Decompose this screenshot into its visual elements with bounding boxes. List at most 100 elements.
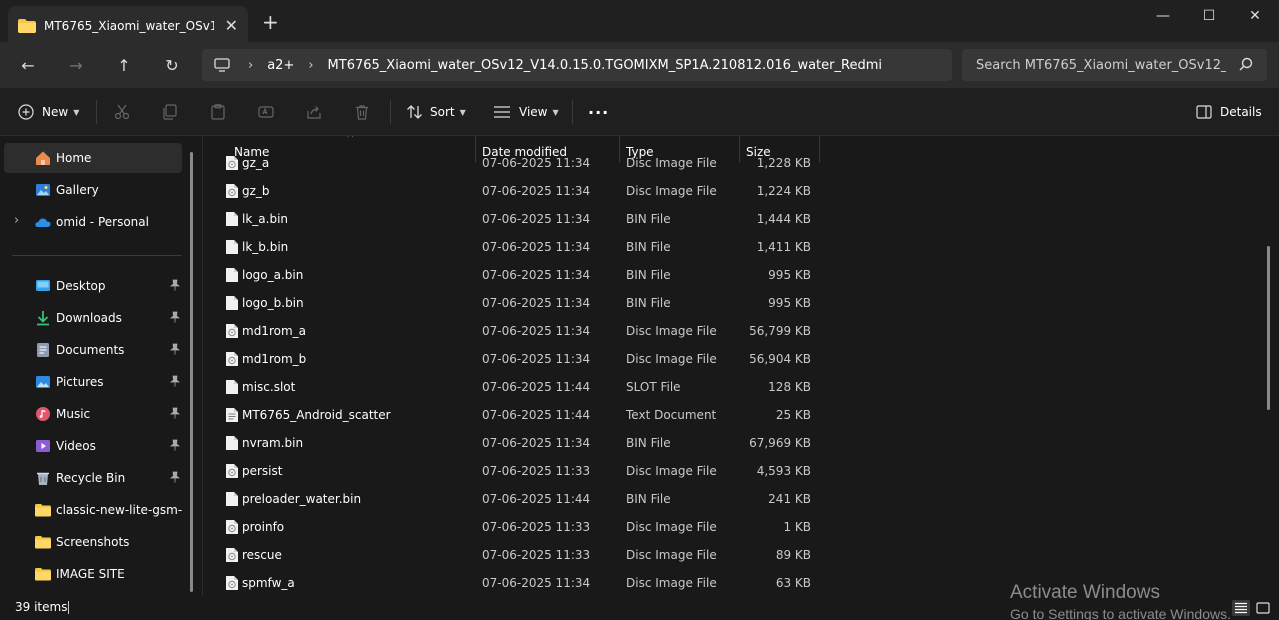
new-tab-button[interactable]: + <box>262 12 279 32</box>
table-row[interactable]: logo_b.bin 07-06-2025 11:34 BIN File 995 KB <box>203 289 823 317</box>
back-button[interactable]: ← <box>16 53 40 77</box>
pin-icon[interactable] <box>170 279 180 291</box>
table-row[interactable]: gz_b 07-06-2025 11:34 Disc Image File 1,224… <box>203 177 823 205</box>
disc-image-icon <box>225 547 239 563</box>
breadcrumb-item-a2plus[interactable]: a2+ <box>267 58 294 73</box>
file-list-scrollbar[interactable] <box>1267 246 1270 410</box>
tiles-view-button[interactable] <box>1254 600 1272 616</box>
file-type: BIN File <box>626 492 671 506</box>
table-row[interactable]: proinfo 07-06-2025 11:33 Disc Image File 1 … <box>203 513 823 541</box>
details-pane-button[interactable]: Details <box>1196 100 1262 124</box>
file-date: 07-06-2025 11:34 <box>482 156 591 170</box>
file-name: preloader_water.bin <box>242 492 362 506</box>
sidebar-item-desktop[interactable]: Desktop <box>4 271 182 301</box>
music-icon <box>36 407 50 421</box>
table-row[interactable]: rescue 07-06-2025 11:33 Disc Image File 89 … <box>203 541 823 569</box>
pin-icon[interactable] <box>170 375 180 387</box>
pin-icon[interactable] <box>170 439 180 451</box>
view-button[interactable]: View ▼ <box>493 100 559 124</box>
maximize-button[interactable]: ☐ <box>1186 4 1232 28</box>
pin-icon[interactable] <box>170 343 180 355</box>
file-date: 07-06-2025 11:33 <box>482 464 591 478</box>
file-size: 89 KB <box>775 548 811 562</box>
file-type: Disc Image File <box>626 324 717 338</box>
share-button[interactable] <box>306 100 322 124</box>
refresh-button[interactable]: ↻ <box>160 53 184 77</box>
sidebar-item-screenshots[interactable]: Screenshots <box>4 527 182 557</box>
table-row[interactable]: lk_b.bin 07-06-2025 11:34 BIN File 1,411 KB <box>203 233 823 261</box>
file-type: SLOT File <box>626 380 681 394</box>
tab-close-icon[interactable]: ✕ <box>225 16 238 35</box>
file-size: 25 KB <box>775 408 811 422</box>
address-bar[interactable]: › a2+ › MT6765_Xiaomi_water_OSv12_V14.0.… <box>202 49 952 81</box>
table-row[interactable]: md1rom_a 07-06-2025 11:34 Disc Image File 5… <box>203 317 823 345</box>
file-list: ^ Name Date modified Type Size gz_a 07-06… <box>203 136 1263 596</box>
file-date: 07-06-2025 11:44 <box>482 380 591 394</box>
close-window-button[interactable]: ✕ <box>1232 4 1278 28</box>
minimize-button[interactable]: — <box>1140 4 1186 28</box>
pin-icon[interactable] <box>170 311 180 323</box>
file-icon <box>225 491 239 507</box>
sidebar-item-documents[interactable]: Documents <box>4 335 182 365</box>
file-size: 1 KB <box>783 520 811 534</box>
file-size: 128 KB <box>768 380 811 394</box>
table-row[interactable]: logo_a.bin 07-06-2025 11:34 BIN File 995 KB <box>203 261 823 289</box>
sidebar-item-music[interactable]: Music <box>4 399 182 429</box>
file-name: lk_a.bin <box>242 212 289 226</box>
minimize-icon: — <box>1156 8 1170 24</box>
forward-button[interactable]: → <box>64 53 88 77</box>
table-row[interactable]: spmfw_a 07-06-2025 11:34 Disc Image File 63… <box>203 569 823 596</box>
file-type: BIN File <box>626 296 671 310</box>
details-view-button[interactable] <box>1232 600 1250 616</box>
file-type: Disc Image File <box>626 520 717 534</box>
up-button[interactable]: ↑ <box>112 53 136 77</box>
search-input[interactable]: Search MT6765_Xiaomi_water_OSv12_V1 <box>962 49 1267 81</box>
chevron-right-icon[interactable]: › <box>14 213 19 228</box>
search-icon <box>1239 57 1253 71</box>
sidebar-item-home[interactable]: Home <box>4 143 182 173</box>
file-date: 07-06-2025 11:33 <box>482 520 591 534</box>
file-date: 07-06-2025 11:34 <box>482 296 591 310</box>
file-name: proinfo <box>242 520 285 534</box>
cut-button[interactable] <box>114 100 130 124</box>
rename-button[interactable] <box>258 100 274 124</box>
table-row[interactable]: md1rom_b 07-06-2025 11:34 Disc Image File 5… <box>203 345 823 373</box>
home-icon <box>36 151 50 165</box>
sidebar-item-recycle-bin[interactable]: Recycle Bin <box>4 463 182 493</box>
table-row[interactable]: misc.slot 07-06-2025 11:44 SLOT File 128 KB <box>203 373 823 401</box>
sidebar-item-image-site[interactable]: IMAGE SITE <box>4 559 182 589</box>
table-row[interactable]: lk_a.bin 07-06-2025 11:34 BIN File 1,444 KB <box>203 205 823 233</box>
breadcrumb-item-current[interactable]: MT6765_Xiaomi_water_OSv12_V14.0.15.0.TGO… <box>328 58 882 73</box>
file-type: Text Document <box>626 408 717 422</box>
table-row[interactable]: preloader_water.bin 07-06-2025 11:44 BIN F… <box>203 485 823 513</box>
sidebar-item-gallery[interactable]: Gallery <box>4 175 182 205</box>
tab-current-folder[interactable]: MT6765_Xiaomi_water_OSv12_ ✕ <box>8 6 248 46</box>
table-row[interactable]: persist 07-06-2025 11:33 Disc Image File 4,… <box>203 457 823 485</box>
sidebar-item-downloads[interactable]: Downloads <box>4 303 182 333</box>
chevron-down-icon: ▼ <box>459 107 466 117</box>
refresh-icon: ↻ <box>165 55 179 75</box>
table-row[interactable]: nvram.bin 07-06-2025 11:34 BIN File 67,969 … <box>203 429 823 457</box>
sidebar-scrollbar[interactable] <box>190 152 193 592</box>
navigation-pane: Home Gallery › omid - Personal Desktop D… <box>0 136 196 596</box>
file-type: BIN File <box>626 436 671 450</box>
sidebar-item-pictures[interactable]: Pictures <box>4 367 182 397</box>
file-size: 1,411 KB <box>756 240 811 254</box>
file-type: BIN File <box>626 240 671 254</box>
sidebar-item-onedrive[interactable]: › omid - Personal <box>4 207 182 237</box>
sidebar-item-classic-folder[interactable]: classic-new-lite-gsm-so <box>4 495 182 525</box>
paste-button[interactable] <box>210 100 226 124</box>
file-icon <box>225 267 239 283</box>
new-button[interactable]: New ▼ <box>18 100 79 124</box>
new-label: New <box>42 105 69 119</box>
pin-icon[interactable] <box>170 407 180 419</box>
table-row[interactable]: MT6765_Android_scatter 07-06-2025 11:44 Te… <box>203 401 823 429</box>
delete-button[interactable] <box>354 100 370 124</box>
file-type: Disc Image File <box>626 352 717 366</box>
more-options-button[interactable]: ··· <box>588 100 609 124</box>
sort-button[interactable]: Sort ▼ <box>406 100 466 124</box>
pin-icon[interactable] <box>170 471 180 483</box>
copy-button[interactable] <box>162 100 178 124</box>
sidebar-item-videos[interactable]: Videos <box>4 431 182 461</box>
table-row[interactable]: gz_a 07-06-2025 11:34 Disc Image File 1,228… <box>203 149 823 177</box>
